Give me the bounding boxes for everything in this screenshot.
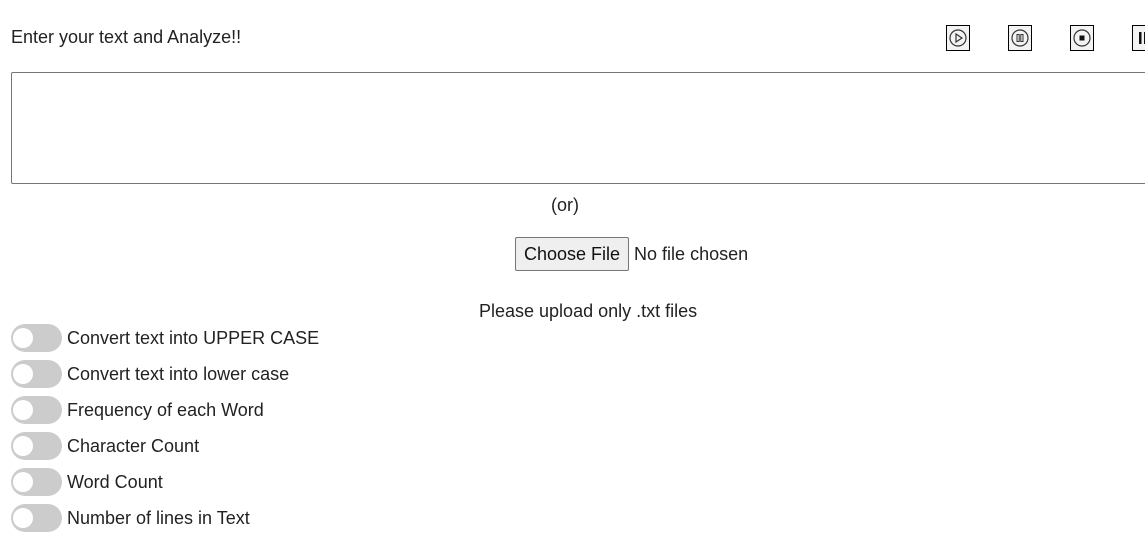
option-line-count: Number of lines in Text <box>11 504 319 532</box>
option-label: Convert text into lower case <box>67 363 290 384</box>
option-label: Character Count <box>67 435 200 456</box>
line-count-toggle[interactable] <box>11 504 62 532</box>
lowercase-toggle[interactable] <box>11 360 62 388</box>
word-count-toggle[interactable] <box>11 468 62 496</box>
choose-file-button[interactable]: Choose File <box>515 237 630 271</box>
option-label: Number of lines in Text <box>67 507 250 528</box>
toggle-knob <box>13 508 33 528</box>
page-heading: Enter your text and Analyze!! <box>11 27 242 47</box>
option-character-count: Character Count <box>11 432 319 460</box>
option-label: Word Count <box>67 471 163 492</box>
word-frequency-toggle[interactable] <box>11 396 62 424</box>
option-uppercase: Convert text into UPPER CASE <box>11 324 319 352</box>
file-status: No file chosen <box>634 243 749 264</box>
toggle-knob <box>13 328 33 348</box>
analysis-options: Convert text into UPPER CASE Convert tex… <box>11 324 319 540</box>
toggle-knob <box>13 436 33 456</box>
stop-button[interactable] <box>1070 25 1094 51</box>
toggle-knob <box>13 364 33 384</box>
option-label: Frequency of each Word <box>67 399 264 420</box>
toggle-knob <box>13 472 33 492</box>
pause-icon <box>1011 29 1029 47</box>
stop-icon <box>1073 29 1091 47</box>
option-lowercase: Convert text into lower case <box>11 360 319 388</box>
upload-hint: Please upload only .txt files <box>479 301 698 321</box>
extra-button[interactable] <box>1132 25 1145 51</box>
pause-bars-icon <box>1139 32 1145 44</box>
or-separator: (or) <box>551 195 579 215</box>
text-input[interactable] <box>11 72 1145 184</box>
character-count-toggle[interactable] <box>11 432 62 460</box>
option-word-count: Word Count <box>11 468 319 496</box>
uppercase-toggle[interactable] <box>11 324 62 352</box>
option-label: Convert text into UPPER CASE <box>67 327 320 348</box>
option-word-frequency: Frequency of each Word <box>11 396 319 424</box>
play-button[interactable] <box>946 25 970 51</box>
toggle-knob <box>13 400 33 420</box>
file-upload: Choose File No file chosen <box>515 237 748 271</box>
play-icon <box>949 29 967 47</box>
pause-button[interactable] <box>1008 25 1032 51</box>
